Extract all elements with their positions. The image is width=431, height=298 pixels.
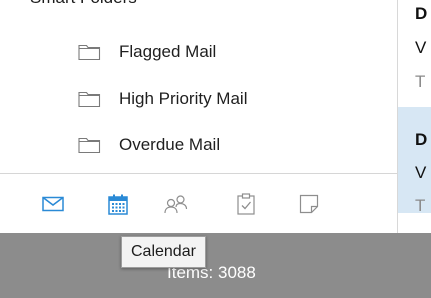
sidebar-item-label: High Priority Mail (119, 89, 248, 108)
sidebar-item-label: Flagged Mail (119, 42, 217, 61)
mail-icon (42, 196, 64, 212)
folder-icon (78, 44, 101, 61)
message-sender: D (415, 4, 428, 23)
sidebar-item-flagged-mail[interactable]: Flagged Mail (78, 36, 216, 68)
sidebar-item-high-priority-mail[interactable]: High Priority Mail (78, 83, 247, 115)
tasks-icon (237, 193, 255, 215)
folder-sidebar: Smart Folders Flagged Mail High Priority… (0, 0, 398, 233)
message-subject: V (415, 38, 427, 57)
mail-module-button[interactable] (36, 190, 70, 218)
status-bar: Items: 3088 (0, 233, 431, 298)
sidebar-item-overdue-mail[interactable]: Overdue Mail (78, 129, 220, 161)
message-sender: D (415, 130, 428, 149)
contacts-module-button[interactable] (159, 190, 193, 218)
list-item[interactable]: D V T (398, 0, 431, 103)
message-preview: T (415, 72, 426, 91)
notes-icon (299, 194, 319, 214)
smart-folders-header[interactable]: Smart Folders (30, 0, 137, 8)
sidebar-item-label: Overdue Mail (119, 135, 221, 154)
notes-module-button[interactable] (292, 190, 326, 218)
message-list: D V T D V T (398, 0, 431, 233)
calendar-icon (108, 194, 128, 215)
message-preview: T (415, 196, 426, 215)
folder-icon (78, 91, 101, 108)
calendar-tooltip: Calendar (121, 236, 206, 268)
tasks-module-button[interactable] (229, 190, 263, 218)
contacts-icon (164, 195, 188, 214)
calendar-module-button[interactable] (101, 190, 135, 218)
message-subject: V (415, 163, 427, 182)
folder-icon (78, 137, 101, 154)
list-item-selected[interactable]: D V T (398, 107, 431, 215)
module-bar (0, 174, 398, 233)
